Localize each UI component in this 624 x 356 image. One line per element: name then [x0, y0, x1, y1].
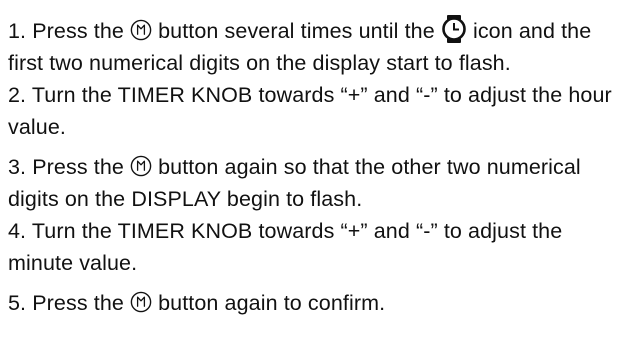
step-text: button again to confirm.	[158, 291, 386, 315]
step-text: Press the	[32, 155, 124, 179]
step-text: Press the	[32, 291, 124, 315]
step-5: 5. Press the button again to confirm.	[8, 287, 620, 319]
step-2: 2. Turn the TIMER KNOB towards “+” and “…	[8, 79, 620, 143]
timer-button-icon	[130, 19, 152, 41]
step-number: 5.	[8, 291, 27, 315]
timer-button-icon	[130, 155, 152, 177]
step-1: 1. Press the button several times until …	[8, 14, 620, 79]
step-text: button several times until the	[158, 19, 435, 43]
step-number: 3.	[8, 155, 27, 179]
step-number: 4.	[8, 219, 27, 243]
step-3: 3. Press the button again so that the ot…	[8, 151, 620, 215]
step-text: Turn the TIMER KNOB towards “+” and “-” …	[8, 219, 563, 275]
timer-button-icon	[130, 291, 152, 313]
step-text: Turn the TIMER KNOB towards “+” and “-” …	[8, 83, 612, 139]
step-text: Press the	[32, 19, 124, 43]
step-number: 2.	[8, 83, 27, 107]
instruction-document: 1. Press the button several times until …	[8, 14, 620, 319]
step-number: 1.	[8, 19, 27, 43]
clock-icon	[441, 14, 467, 44]
step-4: 4. Turn the TIMER KNOB towards “+” and “…	[8, 215, 620, 279]
